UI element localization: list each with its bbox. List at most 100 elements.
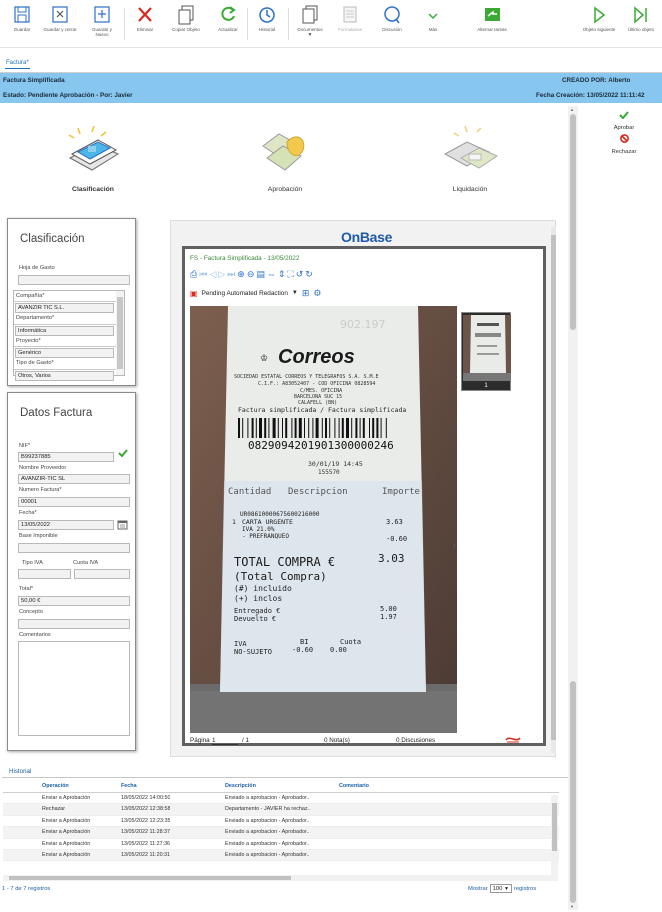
- column-header[interactable]: Descripción: [225, 781, 256, 792]
- column-header[interactable]: Comentario: [339, 781, 369, 792]
- concepto-field[interactable]: [18, 619, 130, 629]
- tab-factura[interactable]: Factura*: [5, 60, 30, 69]
- receipt-line: -0.60: [386, 535, 407, 543]
- barcode-bar: [355, 418, 358, 438]
- table-row[interactable]: Rechazar 13/05/2022 12:38:58 Departamento …: [3, 804, 559, 816]
- page-size-select[interactable]: 100 ▼: [489, 884, 512, 893]
- table-row[interactable]: Enviar a Aprobación 13/05/2022 12:23:35 En…: [3, 816, 559, 828]
- proyecto-field[interactable]: Genérico: [15, 348, 114, 359]
- column-header[interactable]: Operación: [42, 781, 69, 792]
- base-imponible-field[interactable]: [18, 543, 130, 553]
- compania-field[interactable]: AVANZIR TIC S.L.: [15, 303, 114, 314]
- page-thumbnail[interactable]: 1: [461, 312, 511, 391]
- barcode-bar: [334, 418, 336, 438]
- calendar-icon[interactable]: [117, 520, 128, 530]
- toggle-tasks-button[interactable]: Alternar tareas: [470, 4, 514, 32]
- receipt-line: 1: [232, 518, 236, 526]
- page-input[interactable]: 1: [212, 737, 238, 745]
- table-row[interactable]: Enviar a Aprobación 13/05/2022 11:28:37 En…: [3, 827, 559, 839]
- scroll-thumb[interactable]: [552, 803, 557, 851]
- clasificacion-panel: Clasificación Hoja de Gasto Compañía* AV…: [7, 218, 136, 386]
- fit-page-icon[interactable]: ▤: [256, 269, 265, 281]
- chevron-right-icon[interactable]: ›: [453, 541, 456, 550]
- rotate-left-icon[interactable]: ↺: [296, 269, 304, 281]
- historial-hscrollbar[interactable]: [3, 875, 551, 881]
- column-header[interactable]: Fecha: [121, 781, 137, 792]
- departamento-field[interactable]: Informática: [15, 325, 114, 336]
- barcode-bar: [255, 418, 257, 438]
- fullscreen-icon[interactable]: ⛶: [287, 269, 293, 281]
- zoom-out-icon[interactable]: ⊖: [247, 269, 255, 281]
- prev-page-icon[interactable]: ◁: [209, 269, 216, 281]
- save-label: Guardar: [13, 27, 31, 32]
- last-object-button[interactable]: Último objeto: [619, 4, 662, 32]
- scroll-thumb[interactable]: [551, 235, 556, 740]
- historial-scrollbar[interactable]: [551, 795, 558, 881]
- chevron-down-icon[interactable]: ▼: [292, 290, 298, 296]
- settings-icon[interactable]: ⚙: [313, 288, 321, 299]
- fecha-field[interactable]: 13/05/2022: [18, 520, 114, 530]
- scroll-thumb[interactable]: [570, 681, 576, 903]
- hoja-gasto-field[interactable]: [18, 275, 130, 285]
- main-scrollbar[interactable]: ▲ ▼: [568, 106, 578, 910]
- document-image[interactable]: 902.197 ♔ Correos SOCIEDAD ESTATAL CORRE…: [190, 306, 457, 733]
- first-page-icon[interactable]: ⏮: [199, 269, 207, 281]
- receipt-line: Cantidad: [228, 487, 271, 497]
- reject-button[interactable]: Rechazar: [604, 130, 644, 155]
- nif-field[interactable]: B99237885: [18, 452, 114, 462]
- forms-button[interactable]: Formularios: [328, 4, 372, 32]
- next-page-icon[interactable]: ▷: [218, 269, 225, 281]
- cuota-iva-field[interactable]: [74, 569, 130, 579]
- proveedor-field[interactable]: AVANZIR-TIC SL: [18, 474, 130, 484]
- scroll-thumb[interactable]: [117, 297, 123, 369]
- forms-icon: [343, 6, 357, 23]
- receipt-line: Devuelto €: [234, 615, 276, 623]
- discussion-button[interactable]: Discusión: [370, 4, 414, 32]
- delete-button[interactable]: Eliminar: [123, 4, 167, 32]
- zoom-in-icon[interactable]: ⊕: [237, 269, 245, 281]
- cuota-iva-label: Cuota IVA: [73, 560, 99, 566]
- redaction-dropdown[interactable]: Pending Automated Redaction: [202, 290, 288, 297]
- list-scrollbar[interactable]: [116, 291, 124, 375]
- annotation-icon[interactable]: [505, 734, 521, 746]
- scroll-thumb[interactable]: [570, 114, 576, 330]
- save-new-button[interactable]: Guardar y Nuevo: [80, 4, 124, 37]
- more-button[interactable]: Más: [411, 4, 455, 32]
- scroll-down-icon[interactable]: ▼: [570, 904, 574, 909]
- numero-field[interactable]: 00001: [18, 497, 130, 507]
- save-close-button[interactable]: Guardar y cerrar: [38, 4, 82, 32]
- viewer-scrollbar[interactable]: [551, 227, 556, 753]
- object-title: Factura Simplificada: [3, 77, 65, 84]
- thumbnails-icon[interactable]: ⊞: [302, 288, 310, 299]
- last-page-icon[interactable]: ⏭: [227, 269, 235, 281]
- next-object-button[interactable]: Objeto siguiente: [577, 4, 621, 32]
- documents-button[interactable]: Documentos ▼: [288, 4, 332, 38]
- table-row[interactable]: Enviar a Aprobación 18/05/2022 14:00:50 En…: [3, 793, 559, 805]
- scroll-up-icon[interactable]: ▲: [570, 107, 574, 112]
- comentarios-textarea[interactable]: [18, 641, 130, 736]
- history-button[interactable]: Historial: [245, 4, 289, 32]
- table-cell: Enviado a aprobacion - Aprobador..: [225, 795, 310, 801]
- chevron-down-icon: ▼: [503, 886, 509, 892]
- rotate-right-icon[interactable]: ↻: [305, 269, 313, 281]
- table-row[interactable]: Enviar a Aprobación 13/05/2022 11:20:31 En…: [3, 849, 559, 862]
- fit-width-icon[interactable]: ⇔: [267, 269, 276, 281]
- copy-object-button[interactable]: Copiar Objeto: [164, 4, 208, 32]
- approve-button[interactable]: Aprobar: [606, 106, 642, 131]
- print-icon[interactable]: ⎙: [190, 269, 197, 281]
- tipo-gasto-field[interactable]: Otros, Varios: [15, 370, 114, 381]
- fit-height-icon[interactable]: ⇕: [278, 269, 286, 281]
- receipt-line: - PREFRANQUEO: [242, 533, 289, 540]
- barcode-bar: [341, 418, 344, 438]
- scroll-thumb[interactable]: [9, 876, 291, 880]
- pdf-icon[interactable]: ▣: [190, 289, 198, 298]
- hoja-gasto-label: Hoja de Gasto: [19, 265, 55, 271]
- clasificacion-list[interactable]: Compañía* AVANZIR TIC S.L. Departamento*…: [13, 290, 125, 381]
- refresh-button[interactable]: Actualizar: [206, 4, 250, 32]
- receipt-line: IVA 21.0%: [242, 526, 275, 533]
- tipo-iva-field[interactable]: [18, 569, 71, 579]
- created-by: CREADO POR: Alberto: [562, 77, 631, 84]
- table-row[interactable]: Enviar a Aprobación 13/05/2022 11:27:36 En…: [3, 839, 559, 850]
- table-cell: 13/05/2022 12:23:35: [121, 817, 171, 824]
- total-field[interactable]: 50,00 €: [18, 596, 130, 606]
